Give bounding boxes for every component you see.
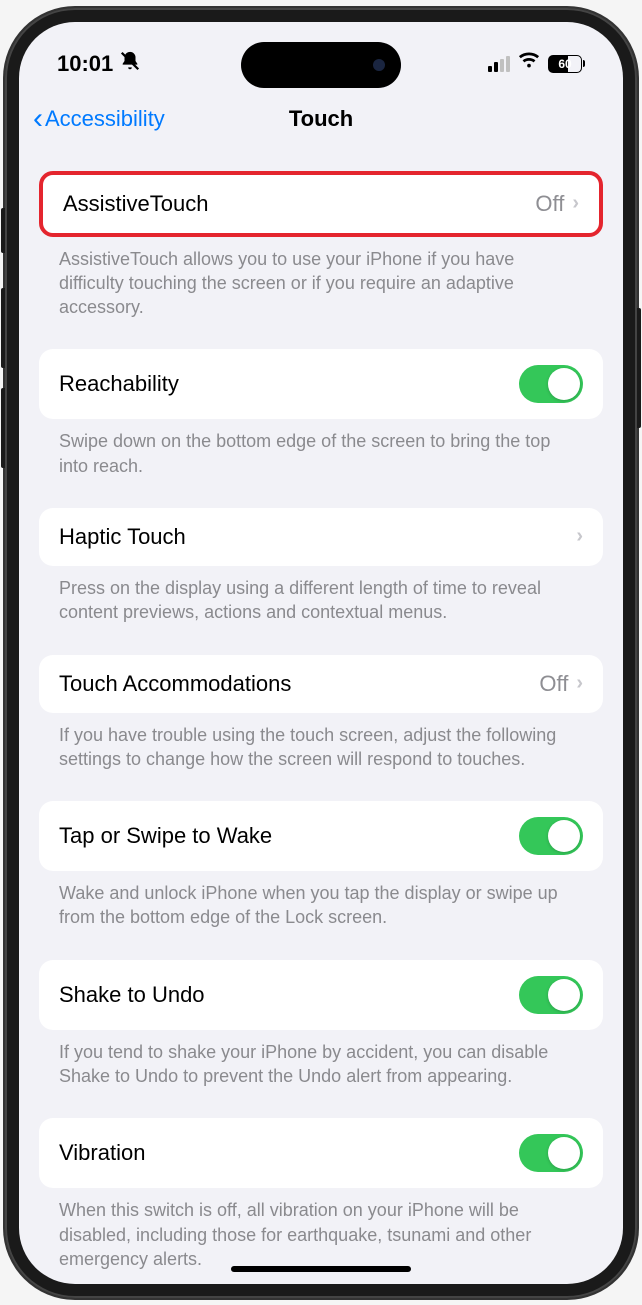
assistivetouch-row[interactable]: AssistiveTouch Off › (39, 171, 603, 237)
vibration-footer: When this switch is off, all vibration o… (39, 1188, 603, 1271)
tapwake-footer: Wake and unlock iPhone when you tap the … (39, 871, 603, 930)
shake-to-undo-row[interactable]: Shake to Undo (39, 960, 603, 1030)
phone-frame: 10:01 60 (5, 8, 637, 1298)
reachability-toggle[interactable] (519, 365, 583, 403)
reachability-footer: Swipe down on the bottom edge of the scr… (39, 419, 603, 478)
accommodations-footer: If you have trouble using the touch scre… (39, 713, 603, 772)
volume-down-button (1, 388, 5, 468)
vibration-toggle[interactable] (519, 1134, 583, 1172)
cellular-signal-icon (488, 56, 510, 72)
row-label: AssistiveTouch (63, 191, 209, 217)
battery-icon: 60 (548, 55, 585, 73)
status-right: 60 (488, 52, 585, 76)
wifi-icon (518, 52, 540, 76)
shake-footer: If you tend to shake your iPhone by acci… (39, 1030, 603, 1089)
shake-toggle[interactable] (519, 976, 583, 1014)
screen: 10:01 60 (19, 22, 623, 1284)
row-right: Off › (535, 191, 579, 217)
assistivetouch-footer: AssistiveTouch allows you to use your iP… (39, 237, 603, 320)
back-button[interactable]: ‹ Accessibility (33, 104, 165, 134)
row-right: Off › (539, 671, 583, 697)
row-label: Vibration (59, 1140, 145, 1166)
tap-wake-toggle[interactable] (519, 817, 583, 855)
haptic-footer: Press on the display using a different l… (39, 566, 603, 625)
row-label: Touch Accommodations (59, 671, 291, 697)
haptic-touch-row[interactable]: Haptic Touch › (39, 508, 603, 566)
vibration-row[interactable]: Vibration (39, 1118, 603, 1188)
chevron-left-icon: ‹ (33, 104, 43, 134)
row-label: Reachability (59, 371, 179, 397)
row-right: › (576, 525, 583, 548)
silent-bell-icon (119, 50, 141, 78)
row-label: Tap or Swipe to Wake (59, 823, 272, 849)
status-time: 10:01 (57, 51, 113, 77)
status-left: 10:01 (57, 50, 141, 78)
content: AssistiveTouch Off › AssistiveTouch allo… (19, 147, 623, 1272)
chevron-right-icon: › (576, 525, 583, 548)
nav-bar: ‹ Accessibility Touch (19, 92, 623, 147)
touch-accommodations-row[interactable]: Touch Accommodations Off › (39, 655, 603, 713)
battery-level: 60 (558, 57, 571, 71)
reachability-row[interactable]: Reachability (39, 349, 603, 419)
tap-or-swipe-to-wake-row[interactable]: Tap or Swipe to Wake (39, 801, 603, 871)
page-title: Touch (289, 106, 353, 132)
row-value: Off (535, 191, 564, 217)
row-label: Shake to Undo (59, 982, 205, 1008)
chevron-right-icon: › (572, 192, 579, 215)
dynamic-island (241, 42, 401, 88)
row-value: Off (539, 671, 568, 697)
home-indicator[interactable] (231, 1266, 411, 1272)
back-label: Accessibility (45, 106, 165, 132)
chevron-right-icon: › (576, 672, 583, 695)
row-label: Haptic Touch (59, 524, 186, 550)
power-button (637, 308, 641, 428)
